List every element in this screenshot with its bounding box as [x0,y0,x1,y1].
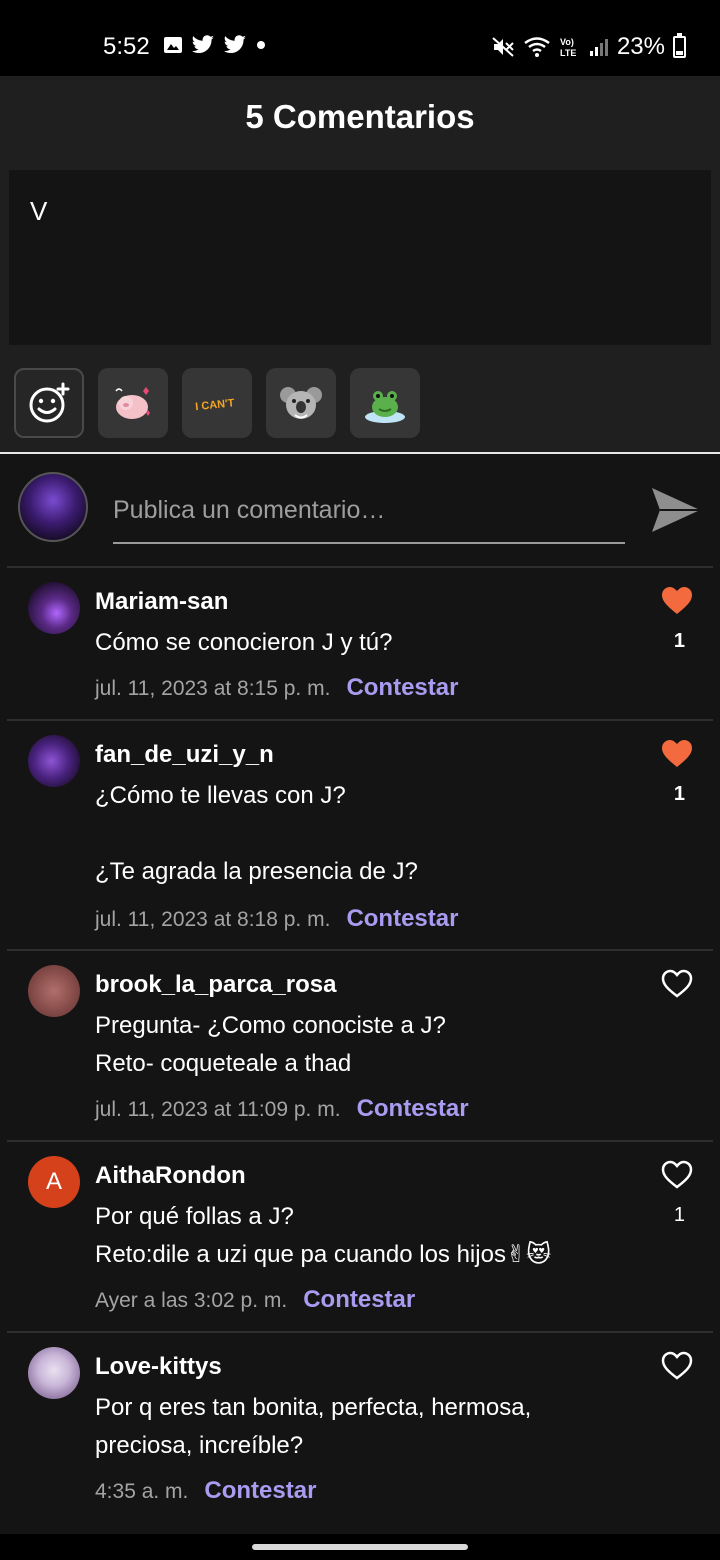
i-cant-sticker-icon: I CAN'T [195,397,236,413]
avatar[interactable] [28,1347,80,1399]
comment-input-row [0,454,720,566]
notification-icons [163,35,267,55]
reply-button[interactable]: Contestar [357,1095,469,1123]
add-sticker-button[interactable] [14,368,84,438]
heart-outline-icon[interactable] [661,1160,693,1190]
comment-item: A AithaRondon Por qué follas a J? Reto:d… [7,1140,713,1331]
sticker-koala[interactable] [266,368,336,438]
frog-sticker-icon [365,391,405,423]
comment-username[interactable]: fan_de_uzi_y_n [95,741,274,769]
comment-username[interactable]: Love-kittys [95,1353,222,1381]
sticker-pig[interactable] [98,368,168,438]
comment-time: Ayer a las 3:02 p. m. [95,1289,288,1312]
gallery-icon [164,37,182,53]
like-count: 1 [673,783,685,805]
battery-icon [673,33,686,58]
comment-text: ¿Cómo te llevas con J? ¿Te agrada la pre… [95,782,418,885]
heart-filled-icon[interactable] [661,586,693,616]
pig-sticker-icon [115,387,150,419]
comment-meta: jul. 11, 2023 at 11:09 p. m. Contestar [95,1095,469,1123]
reply-button[interactable]: Contestar [346,905,458,933]
smiley-add-icon [29,382,70,423]
comment-meta: jul. 11, 2023 at 8:18 p. m. Contestar [95,905,458,933]
comment-username[interactable]: Mariam-san [95,588,228,616]
sticker-bar: I CAN'T [0,354,720,452]
avatar[interactable] [28,965,80,1017]
comment-text: Por q eres tan bonita, perfecta, hermosa… [95,1394,532,1459]
page-title: 5 Comentarios [245,98,475,135]
comment-item: Mariam-san Cómo se conocieron J y tú? ju… [7,566,713,719]
comment-text: Por qué follas a J? Reto:dile a uzi que … [95,1203,552,1268]
comment-meta: Ayer a las 3:02 p. m. Contestar [95,1286,415,1314]
home-indicator[interactable] [252,1544,468,1550]
comment-item: brook_la_parca_rosa Pregunta- ¿Como cono… [7,949,713,1140]
like-count: 1 [673,1204,685,1226]
wifi-icon [524,37,550,57]
twitter-icon-2 [223,35,246,53]
comment-username[interactable]: AithaRondon [95,1162,246,1190]
comment-input[interactable] [113,484,625,544]
system-icons: Vo) LTE 23% [491,33,686,61]
avatar-letter: A [45,1168,62,1195]
reply-button[interactable]: Contestar [303,1286,415,1314]
comment-item: Love-kittys Por q eres tan bonita, perfe… [7,1331,713,1534]
heart-outline-icon[interactable] [661,969,693,999]
compose-area: V [0,166,720,354]
reply-button[interactable]: Contestar [346,674,458,702]
comment-text: Pregunta- ¿Como conociste a J? Reto- coq… [95,1012,446,1077]
comment-username[interactable]: brook_la_parca_rosa [95,971,336,999]
comment-meta: jul. 11, 2023 at 8:15 p. m. Contestar [95,674,458,702]
battery-percent: 23% [616,33,665,60]
signal-icon [589,39,608,56]
volte-icon: Vo)LTE [560,37,576,58]
send-icon[interactable] [650,484,702,536]
svg-text:I CAN'T: I CAN'T [195,397,236,413]
comment-time: 4:35 a. m. [95,1480,189,1503]
sticker-frog[interactable] [350,368,420,438]
compose-textbox[interactable]: V [9,170,711,345]
reply-button[interactable]: Contestar [204,1477,316,1505]
comments-header: 5 Comentarios [0,76,720,166]
avatar[interactable] [28,582,80,634]
svg-text:Vo): Vo) [560,37,574,47]
comments-list: Mariam-san Cómo se conocieron J y tú? ju… [0,566,720,1534]
navigation-bar [0,1534,720,1560]
compose-text: V [30,196,48,226]
comment-time: jul. 11, 2023 at 8:15 p. m. [95,677,331,700]
heart-filled-icon[interactable] [661,739,693,769]
comment-time: jul. 11, 2023 at 8:18 p. m. [95,908,331,931]
heart-outline-icon[interactable] [661,1351,693,1381]
comment-text: Cómo se conocieron J y tú? [95,629,393,656]
status-time: 5:52 [103,33,150,60]
like-count: 1 [673,630,685,652]
my-avatar [18,472,88,542]
twitter-icon [191,35,214,53]
svg-text:LTE: LTE [560,48,576,58]
more-notifications-dot-icon [257,41,265,49]
mute-icon [492,37,514,57]
comment-meta: 4:35 a. m. Contestar [95,1477,316,1505]
koala-sticker-icon [280,387,322,419]
avatar[interactable]: A [28,1156,80,1208]
avatar[interactable] [28,735,80,787]
sticker-i-cant[interactable]: I CAN'T [182,368,252,438]
comment-time: jul. 11, 2023 at 11:09 p. m. [95,1098,341,1121]
comment-item: fan_de_uzi_y_n ¿Cómo te llevas con J? ¿T… [7,719,713,949]
status-bar: 5:52 Vo) LTE 23% [0,0,720,76]
